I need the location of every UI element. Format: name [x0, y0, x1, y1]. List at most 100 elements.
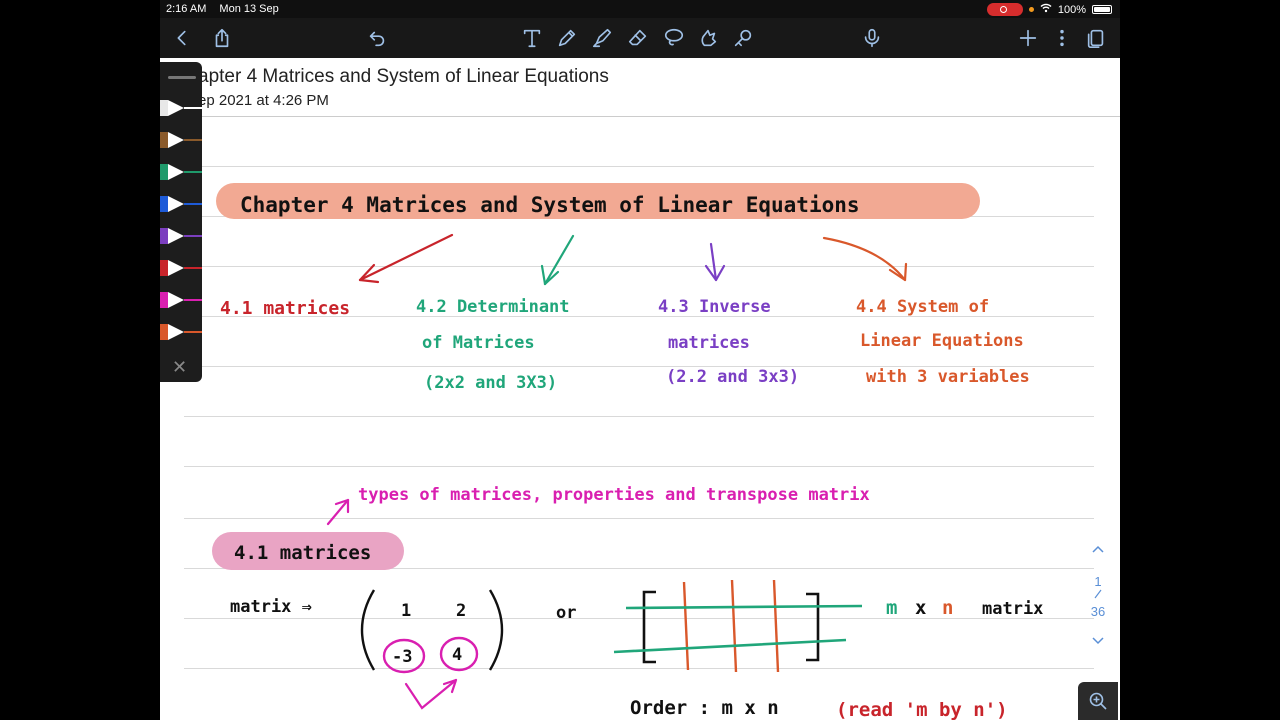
matrix-entry-2-2: 4: [452, 645, 462, 665]
eraser-tool-icon[interactable]: [624, 24, 652, 52]
pen-band: [160, 228, 168, 244]
highlighter-tool-icon[interactable]: [588, 24, 616, 52]
or-label: or: [556, 603, 576, 623]
types-note-arrow: [326, 498, 350, 526]
pen-nib: [184, 299, 202, 301]
pen-band: [160, 292, 168, 308]
battery-percent: 100%: [1057, 3, 1086, 16]
left-parenthesis: [360, 589, 376, 671]
arrow-to-topic-3: [704, 242, 726, 282]
microphone-in-use-dot: [1028, 7, 1034, 12]
lasso-tool-icon[interactable]: [660, 24, 688, 52]
toolbar: [160, 18, 1120, 58]
right-parenthesis: [488, 589, 504, 671]
pen-band: [160, 164, 168, 180]
entry-pointer-arrows: [404, 678, 458, 710]
screen-recording-indicator: [986, 3, 1023, 16]
pen-nib: [184, 267, 202, 269]
pen-cone: [168, 292, 184, 308]
palette-drag-handle[interactable]: [168, 76, 196, 79]
order-read-note: (read 'm by n'): [836, 699, 1008, 720]
pen-tool-icon[interactable]: [553, 24, 581, 52]
zoom-button[interactable]: [1078, 682, 1118, 720]
share-icon[interactable]: [208, 24, 236, 52]
pen-color-2[interactable]: [160, 130, 202, 150]
arrow-to-topic-2: [540, 234, 575, 286]
pen-nib: [184, 139, 202, 141]
section-banner-text: 4.1 matrices: [234, 542, 371, 564]
pen-cone: [168, 228, 184, 244]
page-up-icon[interactable]: [1088, 542, 1108, 557]
topic-1-text: 4.1 matrices: [220, 298, 350, 319]
microphone-icon[interactable]: [858, 24, 886, 52]
pen-cone: [168, 164, 184, 180]
pen-cone: [168, 132, 184, 148]
topic-2-line-2: of Matrices: [422, 333, 535, 353]
handwritten-notes: Chapter 4 Matrices and System of Linear …: [212, 183, 1043, 720]
pen-band: [160, 196, 168, 212]
text-tool-icon[interactable]: [518, 24, 546, 52]
topic-3-line-3: (2.2 and 3x3): [666, 367, 799, 387]
pen-color-6[interactable]: [160, 258, 202, 278]
pen-color-3[interactable]: [160, 162, 202, 182]
pen-color-7[interactable]: [160, 290, 202, 310]
total-pages: 36: [1090, 604, 1106, 619]
current-page-number: 1: [1094, 574, 1102, 589]
mxn-x: x: [915, 597, 926, 619]
pen-cone: [168, 196, 184, 212]
matrix-word: matrix: [982, 599, 1043, 619]
laser-pointer-icon[interactable]: [729, 24, 757, 52]
matrix-entry-1-1: 1: [401, 601, 411, 621]
pages-icon[interactable]: [1082, 24, 1110, 52]
wifi-icon: [1040, 3, 1052, 16]
matrix-entry-1-2: 2: [456, 601, 466, 621]
chapter-banner-text: Chapter 4 Matrices and System of Linear …: [240, 193, 860, 217]
add-icon[interactable]: [1014, 24, 1042, 52]
undo-icon[interactable]: [363, 24, 391, 52]
arrow-to-topic-1: [358, 233, 454, 284]
pen-nib: [184, 331, 202, 333]
pen-cone: [168, 260, 184, 276]
topic-4-line-2: Linear Equations: [860, 331, 1024, 351]
topic-2-line-3: (2x2 and 3X3): [424, 373, 557, 393]
topic-4-line-1: 4.4 System of: [856, 297, 989, 317]
chevron-left-icon[interactable]: [168, 24, 196, 52]
status-time: 2:16 AM: [166, 3, 207, 15]
pen-color-1[interactable]: [160, 98, 202, 118]
pen-color-4[interactable]: [160, 194, 202, 214]
notebook-page[interactable]: apter 4 Matrices and System of Linear Eq…: [160, 58, 1120, 720]
order-label: Order : m x n: [630, 697, 779, 719]
topic-2-line-1: 4.2 Determinant: [416, 297, 570, 317]
matrix-label: matrix ⇒: [230, 597, 312, 617]
page-down-icon[interactable]: [1088, 634, 1108, 649]
pen-cone: [168, 324, 184, 340]
matrix-entry-2-1: -3: [392, 647, 412, 667]
status-bar: 2:16 AM Mon 13 Sep 100%: [160, 0, 1120, 18]
pen-cone: [168, 100, 184, 116]
arrow-to-topic-4: [822, 236, 908, 282]
pen-band: [160, 324, 168, 340]
pen-nib: [184, 235, 202, 237]
mxn-m: m: [886, 597, 897, 619]
pen-nib: [184, 203, 202, 205]
pen-color-5[interactable]: [160, 226, 202, 246]
pen-nib: [184, 171, 202, 173]
bracket-matrix: [613, 579, 863, 673]
pen-band: [160, 100, 168, 116]
pen-color-8[interactable]: [160, 322, 202, 342]
battery-icon: [1092, 5, 1112, 14]
pen-nib: [184, 107, 202, 109]
pen-band: [160, 132, 168, 148]
close-icon[interactable]: ✕: [172, 358, 187, 376]
pen-palette: ✕: [160, 62, 202, 382]
shapes-tool-icon[interactable]: [694, 24, 722, 52]
status-date: Mon 13 Sep: [219, 3, 279, 15]
topic-3-line-2: matrices: [668, 333, 750, 353]
page-slash: [1088, 588, 1108, 603]
topic-3-line-1: 4.3 Inverse: [658, 297, 771, 317]
mxn-n: n: [942, 597, 953, 619]
zoom-in-icon: [1089, 692, 1107, 710]
topic-4-line-3: with 3 variables: [866, 367, 1030, 387]
more-icon[interactable]: [1048, 24, 1076, 52]
pen-band: [160, 260, 168, 276]
